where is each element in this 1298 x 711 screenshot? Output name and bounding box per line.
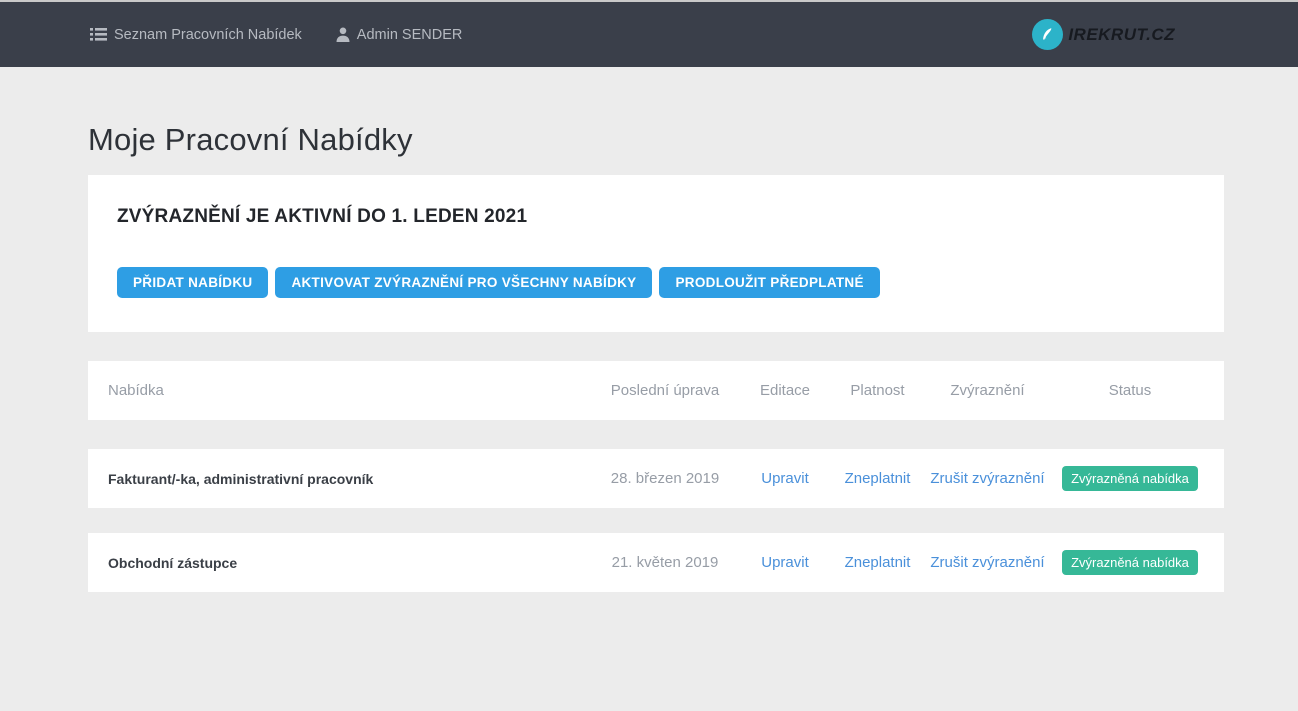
extend-subscription-button[interactable]: PRODLOUŽIT PŘEDPLATNÉ (659, 267, 879, 298)
edit-link[interactable]: Upravit (761, 470, 809, 487)
invalidate-link[interactable]: Zneplatnit (845, 470, 911, 487)
nav-item-job-offers-list[interactable]: Seznam Pracovních Nabídek (90, 27, 302, 43)
brand-logo[interactable]: IREKRUT.CZ (1032, 19, 1175, 50)
brand-logo-text: IREKRUT.CZ (1068, 25, 1175, 45)
activate-highlight-all-button[interactable]: AKTIVOVAT ZVÝRAZNĚNÍ PRO VŠECHNY NABÍDKY (275, 267, 652, 298)
status-badge: Zvýrazněná nabídka (1062, 466, 1198, 491)
top-navbar: Seznam Pracovních Nabídek Admin SENDER I… (0, 0, 1298, 67)
header-offer: Nabídka (88, 382, 590, 399)
header-last-edit: Poslední úprava (590, 382, 740, 399)
offer-name: Obchodní zástupce (88, 555, 590, 571)
user-name-label: Admin SENDER (357, 27, 463, 43)
offer-name: Fakturant/-ka, administrativní pracovník (88, 471, 590, 487)
header-edit: Editace (740, 382, 830, 399)
remove-highlight-link[interactable]: Zrušit zvýraznění (930, 470, 1044, 487)
subscription-card: ZVÝRAZNĚNÍ JE AKTIVNÍ DO 1. LEDEN 2021 P… (88, 175, 1224, 332)
add-offer-button[interactable]: PŘIDAT NABÍDKU (117, 267, 268, 298)
remove-highlight-link[interactable]: Zrušit zvýraznění (930, 554, 1044, 571)
user-icon (336, 27, 350, 42)
header-highlight: Zvýraznění (925, 382, 1050, 399)
header-status: Status (1050, 382, 1210, 399)
nav-item-user-menu[interactable]: Admin SENDER (336, 27, 463, 43)
list-icon (90, 27, 107, 42)
subscription-card-actions: PŘIDAT NABÍDKU AKTIVOVAT ZVÝRAZNĚNÍ PRO … (117, 267, 1195, 298)
invalidate-link[interactable]: Zneplatnit (845, 554, 911, 571)
offer-last-edit-date: 21. květen 2019 (590, 554, 740, 571)
highlight-active-heading: ZVÝRAZNĚNÍ JE AKTIVNÍ DO 1. LEDEN 2021 (117, 206, 1195, 228)
header-validity: Platnost (830, 382, 925, 399)
nav-item-label: Seznam Pracovních Nabídek (114, 27, 302, 43)
feather-logo-icon (1032, 19, 1063, 50)
page-title: Moje Pracovní Nabídky (88, 122, 1224, 158)
main-content: Moje Pracovní Nabídky ZVÝRAZNĚNÍ JE AKTI… (88, 122, 1224, 592)
status-badge: Zvýrazněná nabídka (1062, 550, 1198, 575)
offers-table-header: Nabídka Poslední úprava Editace Platnost… (88, 361, 1224, 420)
table-row: Fakturant/-ka, administrativní pracovník… (88, 449, 1224, 508)
table-row: Obchodní zástupce 21. květen 2019 Upravi… (88, 533, 1224, 592)
offer-last-edit-date: 28. březen 2019 (590, 470, 740, 487)
edit-link[interactable]: Upravit (761, 554, 809, 571)
